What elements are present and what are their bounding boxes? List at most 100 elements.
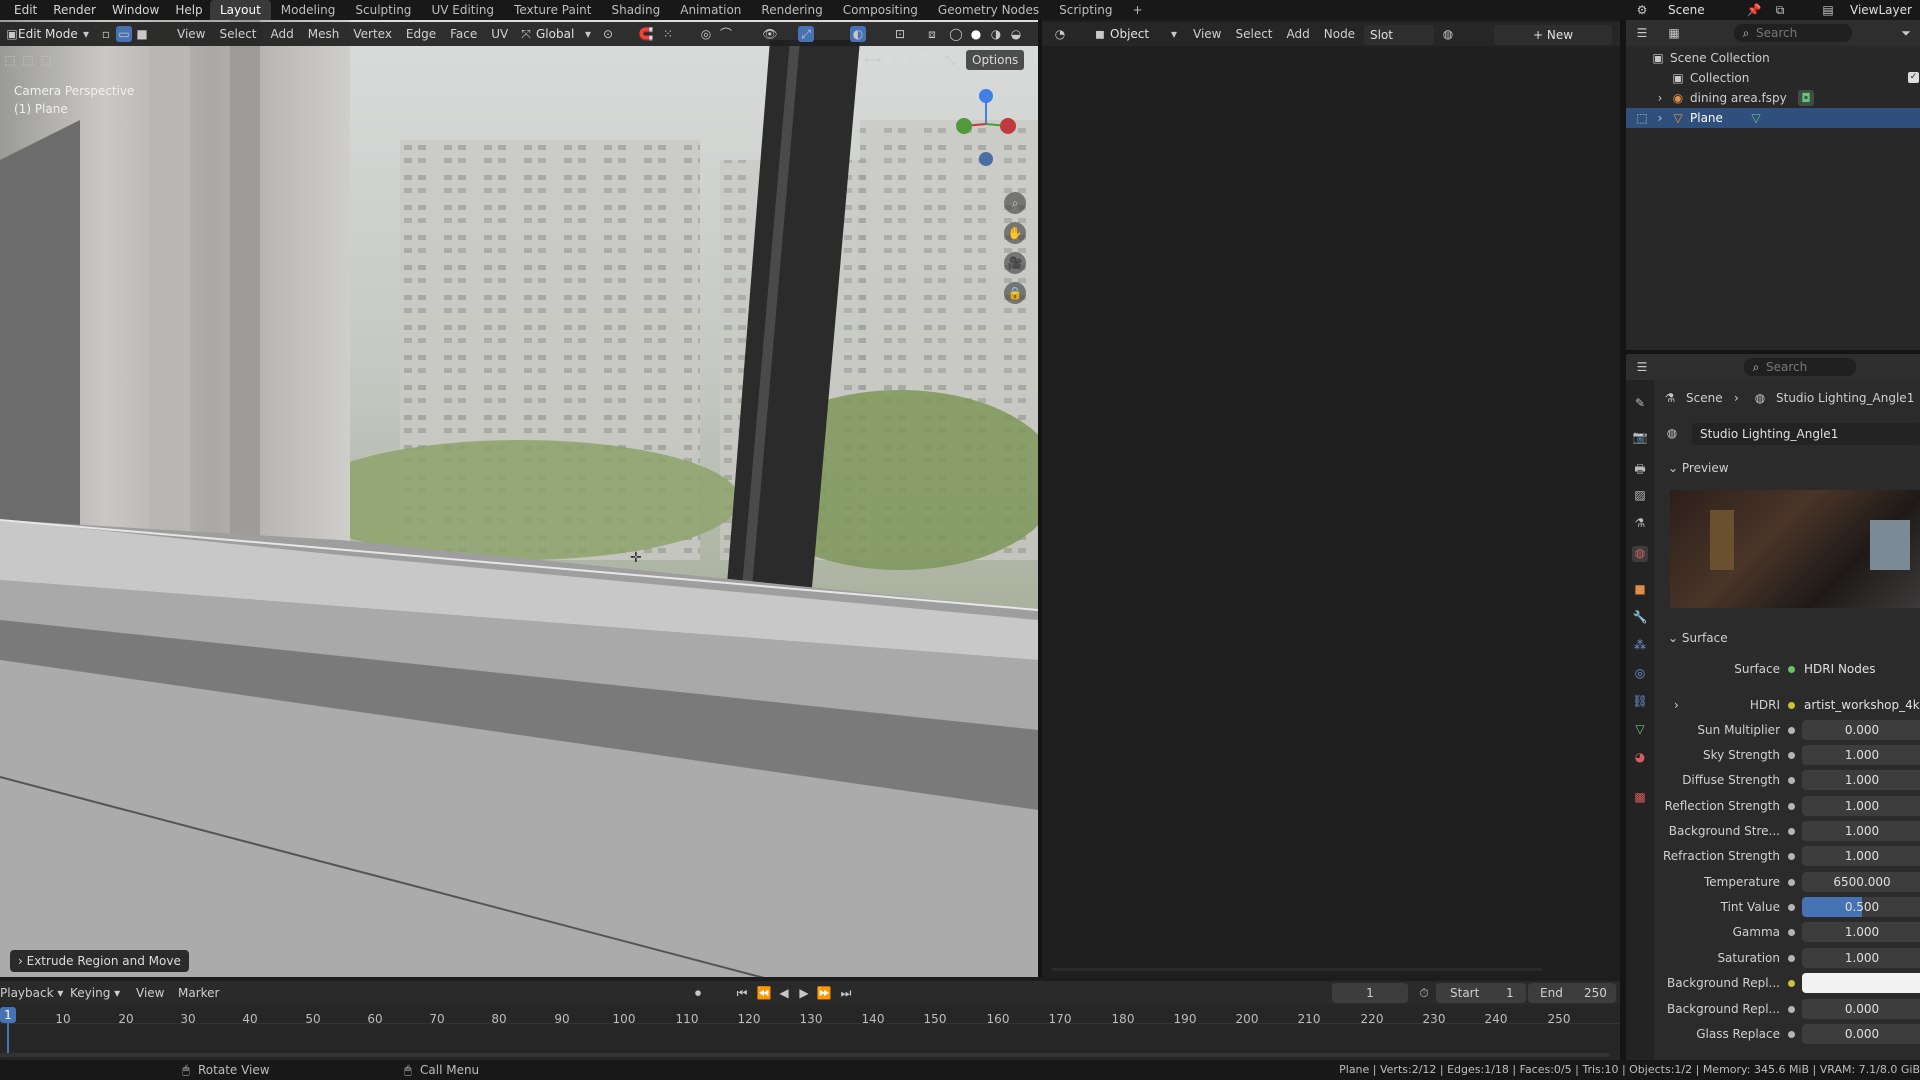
snap-target-icon[interactable]: ⁙: [660, 26, 676, 42]
snap-icon[interactable]: 🧲: [638, 26, 654, 42]
property-value[interactable]: 1.000: [1802, 948, 1920, 968]
mesh-edit-overlay-icon[interactable]: ⊡: [892, 26, 908, 42]
playhead-frame-marker[interactable]: 1: [0, 1007, 16, 1023]
property-value[interactable]: 0.000: [1802, 1024, 1920, 1044]
wireframe-shading-icon[interactable]: ◯: [948, 26, 964, 42]
menu-window[interactable]: Window: [104, 0, 167, 20]
outliner-type-icon[interactable]: ☰: [1634, 25, 1650, 41]
tab-animation[interactable]: Animation: [670, 0, 751, 20]
outliner-search[interactable]: ⌕ Search: [1734, 24, 1852, 42]
proportional-edit-icon[interactable]: ◎: [698, 26, 714, 42]
physics-tab-icon[interactable]: ◎: [1632, 666, 1648, 682]
navigation-gizmo[interactable]: [948, 82, 1018, 182]
menu-edit[interactable]: Edit: [6, 0, 45, 20]
camera-view-icon[interactable]: 🎥: [1004, 252, 1026, 274]
options-dropdown[interactable]: Options: [966, 50, 1025, 70]
render-tab-icon[interactable]: 📷: [1632, 430, 1648, 446]
mirror-icon[interactable]: ⟷: [864, 52, 881, 68]
viewport-menu-vertex[interactable]: Vertex: [346, 23, 399, 45]
surface-panel-toggle[interactable]: ⌄ Surface: [1668, 629, 1728, 647]
gizmo-icon[interactable]: ⤢: [798, 26, 814, 42]
mesh-data-icon[interactable]: ▽: [1748, 110, 1764, 126]
viewport-menu-view[interactable]: View: [170, 23, 212, 45]
outliner[interactable]: ☰ ▦ ⌕ Search ⏷ ▣ Scene Collection ▣ Coll…: [1626, 20, 1920, 350]
property-value[interactable]: 6500.000: [1802, 872, 1920, 892]
play-icon[interactable]: ▶: [796, 985, 812, 1001]
3d-viewport[interactable]: ▣ Edit Mode ▾ ▫ ▭ ■ View Select Add Mesh Ver…: [0, 20, 1038, 977]
stopwatch-icon[interactable]: ⏱: [1416, 985, 1432, 1001]
tab-shading[interactable]: Shading: [601, 0, 670, 20]
tab-sculpting[interactable]: Sculpting: [345, 0, 421, 20]
jump-keyframe-forward-icon[interactable]: ⏩: [816, 985, 832, 1001]
vertex-select-icon[interactable]: ▫: [98, 26, 114, 42]
auto-keying-icon[interactable]: ⏺: [690, 985, 706, 1001]
shader-menu-view[interactable]: View: [1186, 23, 1228, 45]
playhead-line[interactable]: [7, 1023, 9, 1053]
expand-arrow-icon[interactable]: ›: [1652, 110, 1668, 126]
particles-tab-icon[interactable]: ⁂: [1632, 638, 1648, 654]
breadcrumb-world[interactable]: Studio Lighting_Angle1: [1776, 389, 1914, 407]
data-tab-icon[interactable]: ▽: [1632, 722, 1648, 738]
edit-mode-icon[interactable]: ⬚: [1634, 110, 1650, 126]
transform-orientation-dropdown[interactable]: Global: [536, 23, 574, 45]
hdri-image-field[interactable]: artist_workshop_4k.ex: [1802, 695, 1920, 715]
jump-keyframe-back-icon[interactable]: ⏪: [756, 985, 772, 1001]
auto-merge-icon[interactable]: ⤡: [942, 52, 958, 68]
play-reverse-icon[interactable]: ◀: [776, 985, 792, 1001]
playback-menu[interactable]: Playback ▾: [0, 981, 63, 1005]
texture-tab-icon[interactable]: ▩: [1632, 790, 1648, 806]
tab-layout[interactable]: Layout: [210, 0, 271, 20]
select-box-icon[interactable]: ⬚: [2, 52, 18, 68]
jump-start-icon[interactable]: ⏮: [734, 985, 750, 1001]
tab-uv-editing[interactable]: UV Editing: [421, 0, 504, 20]
property-value[interactable]: 1.000: [1802, 922, 1920, 942]
scene-icon[interactable]: ⚙: [1634, 2, 1650, 18]
start-frame-field[interactable]: Start 1: [1436, 983, 1526, 1003]
material-browse-icon[interactable]: ◍: [1440, 26, 1456, 42]
gizmo-neg-z-axis[interactable]: [979, 152, 993, 166]
visibility-icon[interactable]: 👁: [762, 26, 778, 42]
output-tab-icon[interactable]: 🖶: [1632, 460, 1648, 476]
outliner-row-fspy[interactable]: › ◉ dining area.fspy ◘: [1626, 88, 1920, 108]
viewport-menu-mesh[interactable]: Mesh: [301, 23, 347, 45]
scene-name[interactable]: Scene: [1668, 0, 1705, 20]
property-value[interactable]: 0.000: [1802, 720, 1920, 740]
menu-render[interactable]: Render: [45, 0, 104, 20]
property-value[interactable]: 1.000: [1802, 796, 1920, 816]
gizmo-y-axis[interactable]: [956, 118, 972, 134]
scene-tab-icon[interactable]: ⚗: [1632, 516, 1648, 532]
modifier-tab-icon[interactable]: 🔧: [1632, 610, 1648, 626]
pivot-point-icon[interactable]: ⊙: [600, 26, 616, 42]
view-layer-icon[interactable]: ▤: [1820, 2, 1836, 18]
face-select-icon[interactable]: ■: [134, 26, 150, 42]
tint-value-slider[interactable]: 0.500: [1802, 897, 1920, 917]
viewport-menu-select[interactable]: Select: [212, 23, 263, 45]
tab-geometry-nodes[interactable]: Geometry Nodes: [928, 0, 1049, 20]
material-shading-icon[interactable]: ◑: [988, 26, 1004, 42]
world-name-field[interactable]: Studio Lighting_Angle1: [1692, 423, 1920, 445]
viewport-menu-add[interactable]: Add: [264, 23, 301, 45]
collection-checkbox[interactable]: ✓: [1908, 72, 1919, 83]
tab-rendering[interactable]: Rendering: [751, 0, 832, 20]
keying-menu[interactable]: Keying ▾: [70, 981, 120, 1005]
view-layer-tab-icon[interactable]: ▨: [1632, 488, 1648, 504]
add-workspace-button[interactable]: +: [1123, 0, 1153, 20]
tool-tab-icon[interactable]: ✎: [1632, 396, 1648, 412]
solid-shading-icon[interactable]: ●: [968, 26, 984, 42]
last-operator-panel[interactable]: › Extrude Region and Move: [10, 950, 189, 972]
viewport-menu-edge[interactable]: Edge: [399, 23, 443, 45]
gizmo-z-axis[interactable]: [979, 89, 993, 103]
property-value[interactable]: 1.000: [1802, 846, 1920, 866]
zoom-icon[interactable]: ⌕: [1004, 192, 1026, 214]
viewport-menu-face[interactable]: Face: [443, 23, 484, 45]
property-value[interactable]: 0.000: [1802, 999, 1920, 1019]
mode-dropdown[interactable]: Edit Mode: [18, 23, 78, 45]
new-material-button[interactable]: + New: [1494, 25, 1612, 45]
outliner-row-plane[interactable]: ⬚ › ▽ Plane ▽: [1626, 108, 1920, 128]
property-value[interactable]: 1.000: [1802, 745, 1920, 765]
edge-select-icon[interactable]: ▭: [116, 26, 132, 42]
timeline-scrollbar[interactable]: [0, 1053, 1610, 1057]
object-tab-icon[interactable]: ■: [1632, 582, 1648, 598]
breadcrumb-scene[interactable]: Scene: [1686, 389, 1723, 407]
pan-hand-icon[interactable]: ✋: [1004, 222, 1026, 244]
